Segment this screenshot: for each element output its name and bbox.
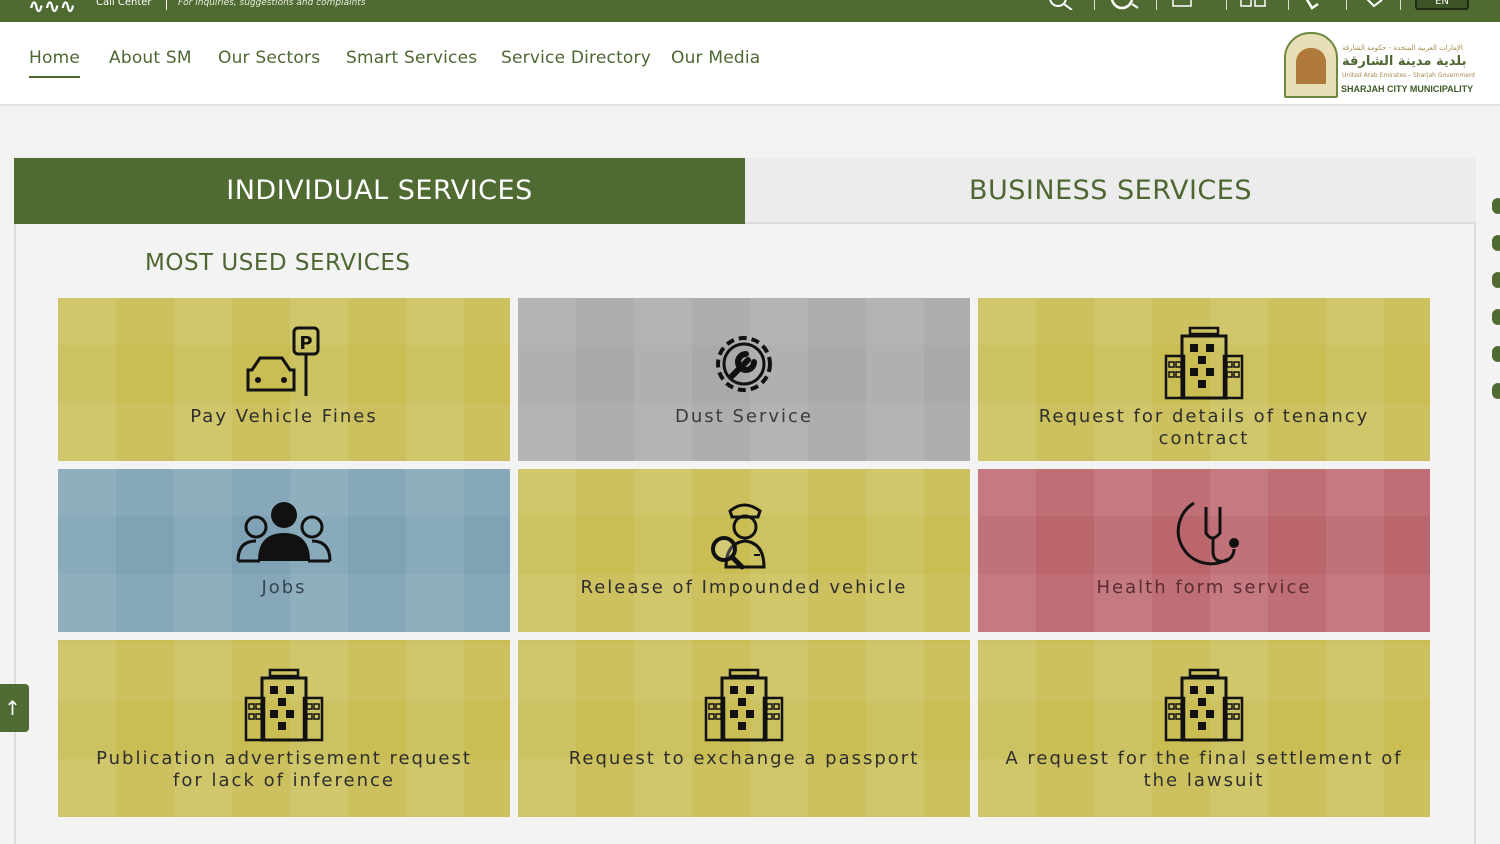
- tab-individual-services[interactable]: INDIVIDUAL SERVICES: [14, 158, 745, 224]
- nav-item-our-sectors[interactable]: Our Sectors: [218, 48, 320, 68]
- nav-item-service-directory[interactable]: Service Directory: [501, 48, 651, 68]
- phone-icon[interactable]: [1304, 0, 1324, 10]
- social-icon[interactable]: [1492, 272, 1500, 288]
- nav-item-home[interactable]: Home: [29, 48, 81, 78]
- search-icon[interactable]: [1048, 0, 1076, 11]
- call-center-logo[interactable]: ∿∿∿: [28, 0, 76, 18]
- building-icon: [244, 668, 324, 742]
- section-title: MOST USED SERVICES: [145, 250, 411, 276]
- service-label: Request to exchange a passport: [568, 748, 920, 769]
- service-label: Dust Service: [675, 406, 813, 427]
- mail-icon[interactable]: [1172, 0, 1196, 10]
- tab-business-services[interactable]: BUSINESS SERVICES: [745, 158, 1476, 224]
- service-card-impounded-vehicle[interactable]: Release of Impounded vehicle: [518, 469, 970, 632]
- divider: [1400, 0, 1401, 10]
- social-icon[interactable]: [1492, 235, 1500, 251]
- municipality-logo[interactable]: الإمارات العربية المتحدة - حكومة الشارقة…: [1284, 32, 1476, 100]
- building-icon: [1164, 668, 1244, 742]
- services-tabs: INDIVIDUAL SERVICES BUSINESS SERVICES: [14, 158, 1476, 224]
- back-to-top-button[interactable]: ↑: [0, 684, 29, 732]
- svg-text:P: P: [299, 333, 312, 354]
- accessibility-icon[interactable]: [1108, 0, 1140, 10]
- sitemap-icon[interactable]: [1240, 0, 1268, 10]
- nav-item-smart-services[interactable]: Smart Services: [346, 48, 477, 68]
- service-card-dust-service[interactable]: Dust Service: [518, 298, 970, 461]
- main-navigation: Home About SM Our Sectors Smart Services…: [0, 22, 1500, 106]
- people-icon: [236, 502, 332, 563]
- service-label: Pay Vehicle Fines: [190, 406, 378, 427]
- service-card-pay-vehicle-fines[interactable]: P Pay Vehicle Fines: [58, 298, 510, 461]
- service-card-final-settlement-lawsuit[interactable]: A request for the final settlement of th…: [978, 640, 1430, 817]
- service-label: Jobs: [261, 577, 307, 598]
- call-center-tagline: For inquiries, suggestions and complaint…: [178, 0, 366, 8]
- logo-arabic-sub: United Arab Emirates – Sharjah Governmen…: [1342, 72, 1476, 79]
- divider: [1346, 0, 1347, 10]
- logo-arabic-main: بلدية مدينة الشارقة: [1342, 54, 1467, 69]
- logo-arabic-top: الإمارات العربية المتحدة - حكومة الشارقة: [1342, 44, 1463, 52]
- building-icon: [1164, 326, 1244, 400]
- stethoscope-crescent-icon: [1176, 501, 1239, 566]
- divider: [1156, 0, 1157, 10]
- call-center-label: Call Center: [96, 0, 152, 8]
- service-label: Publication advertisement request for la…: [96, 748, 472, 791]
- service-card-publication-advertisement[interactable]: Publication advertisement request for la…: [58, 640, 510, 817]
- car-parking-icon: P: [246, 326, 320, 396]
- service-label: A request for the final settlement of th…: [1005, 748, 1403, 791]
- divider: [1226, 0, 1227, 10]
- service-label: Health form service: [1096, 577, 1312, 598]
- top-bar: ∿∿∿ Call Center For inquiries, suggestio…: [0, 0, 1500, 22]
- service-card-exchange-passport[interactable]: Request to exchange a passport: [518, 640, 970, 817]
- social-icon[interactable]: [1492, 198, 1500, 214]
- divider: [166, 0, 167, 10]
- language-button[interactable]: EN: [1415, 0, 1469, 10]
- service-label: Release of Impounded vehicle: [580, 577, 908, 598]
- social-icon[interactable]: [1492, 309, 1500, 325]
- service-label: Request for details of tenancy contract: [1038, 406, 1370, 449]
- nav-item-our-media[interactable]: Our Media: [671, 48, 760, 68]
- divider: [1288, 0, 1289, 10]
- side-social-bar: [1492, 198, 1500, 420]
- building-icon: [704, 668, 784, 742]
- service-card-health-form[interactable]: Health form service: [978, 469, 1430, 632]
- location-icon[interactable]: [1364, 0, 1388, 10]
- social-icon[interactable]: [1492, 383, 1500, 399]
- inspector-icon: [711, 503, 766, 570]
- municipality-emblem-icon: [1284, 32, 1338, 98]
- wrench-gear-icon: [716, 336, 772, 392]
- logo-english-name: SHARJAH CITY MUNICIPALITY: [1341, 84, 1474, 94]
- social-icon[interactable]: [1492, 346, 1500, 362]
- service-card-tenancy-contract[interactable]: Request for details of tenancy contract: [978, 298, 1430, 461]
- service-card-jobs[interactable]: Jobs: [58, 469, 510, 632]
- nav-item-about[interactable]: About SM: [109, 48, 192, 68]
- divider: [1094, 0, 1095, 10]
